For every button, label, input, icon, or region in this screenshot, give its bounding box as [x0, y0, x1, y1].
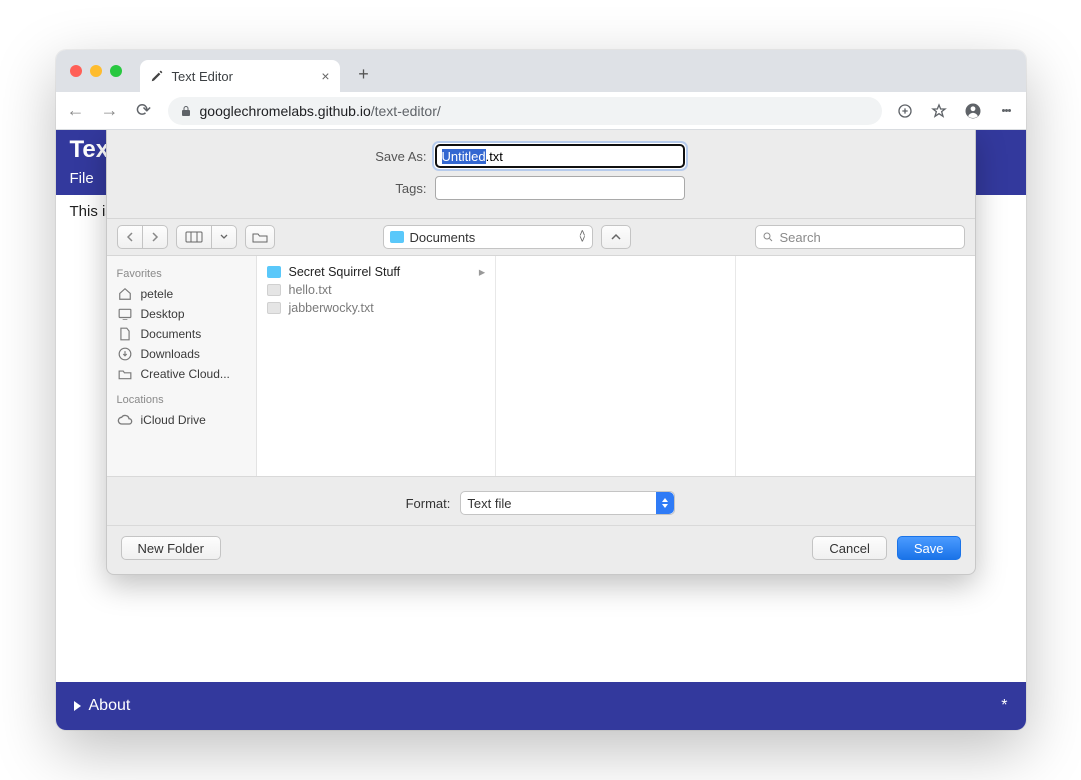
folder-icon [267, 266, 281, 278]
file-icon [267, 302, 281, 314]
about-label: About [89, 697, 131, 715]
url-text: googlechromelabs.github.io/text-editor/ [200, 103, 441, 119]
file-column-3 [736, 256, 975, 476]
home-icon [117, 287, 133, 301]
format-dropdown[interactable]: Text file [460, 491, 675, 515]
close-tab-icon[interactable]: × [321, 68, 329, 84]
sidebar-item-label: iCloud Drive [141, 413, 206, 427]
install-app-icon[interactable] [896, 102, 914, 120]
updown-icon: ˄˅ [579, 231, 585, 243]
sidebar-item-label: petele [141, 287, 174, 301]
new-folder-button[interactable]: New Folder [121, 536, 221, 560]
tab-strip: Text Editor × + [56, 50, 1026, 92]
sidebar-item-downloads[interactable]: Downloads [117, 344, 246, 364]
file-browser-toolbar: Documents ˄˅ Search [107, 218, 975, 256]
reload-button[interactable]: ⟳ [134, 100, 154, 121]
filename-input[interactable] [435, 144, 685, 168]
sidebar-item-label: Downloads [141, 347, 200, 361]
nav-back-forward[interactable] [117, 225, 168, 249]
save-dialog: Save As: Tags: [106, 130, 976, 575]
file-column-1: Secret Squirrel Stuff ▸ hello.txt jabberw… [257, 256, 497, 476]
favorites-header: Favorites [117, 268, 246, 280]
browser-tab[interactable]: Text Editor × [140, 60, 340, 92]
sidebar-item-label: Creative Cloud... [141, 367, 230, 381]
folder-icon [390, 231, 404, 243]
group-button[interactable] [245, 225, 275, 249]
sidebar-item-documents[interactable]: Documents [117, 324, 246, 344]
file-icon [267, 284, 281, 296]
sidebar-item-label: Desktop [141, 307, 185, 321]
search-placeholder: Search [780, 230, 821, 245]
toolbar-icons [896, 102, 1016, 120]
browser-toolbar: ← → ⟳ googlechromelabs.github.io/text-ed… [56, 92, 1026, 130]
documents-icon [117, 327, 133, 341]
desktop-icon [117, 307, 133, 321]
file-item-folder[interactable]: Secret Squirrel Stuff ▸ [257, 262, 496, 281]
minimize-window-icon[interactable] [90, 65, 102, 77]
profile-icon[interactable] [964, 102, 982, 120]
columns-view-icon [177, 226, 211, 248]
chevron-right-icon: ▸ [479, 264, 485, 279]
file-browser: Favorites petele Desktop Documents Downl… [107, 256, 975, 476]
sidebar-item-home[interactable]: petele [117, 284, 246, 304]
pencil-icon [150, 69, 164, 83]
new-tab-button[interactable]: + [350, 60, 378, 88]
chevron-down-icon [211, 226, 236, 248]
dialog-footer: New Folder Cancel Save [107, 525, 975, 574]
dirty-indicator: * [1001, 697, 1007, 715]
page-content: Text File This is a n About * Save As: [56, 130, 1026, 730]
locations-header: Locations [117, 394, 246, 406]
browser-window: Text Editor × + ← → ⟳ googlechromelabs.g… [56, 50, 1026, 730]
file-item[interactable]: jabberwocky.txt [257, 299, 496, 317]
file-item-label: Secret Squirrel Stuff [289, 265, 401, 279]
sidebar: Favorites petele Desktop Documents Downl… [107, 256, 257, 476]
nav-forward-icon[interactable] [142, 226, 167, 248]
folder-outline-icon [252, 231, 268, 243]
bookmark-star-icon[interactable] [930, 102, 948, 120]
sidebar-item-label: Documents [141, 327, 202, 341]
window-controls [64, 50, 132, 92]
browser-menu-icon[interactable] [998, 102, 1016, 120]
format-row: Format: Text file [107, 476, 975, 525]
sidebar-item-icloud[interactable]: iCloud Drive [117, 410, 246, 430]
sidebar-item-desktop[interactable]: Desktop [117, 304, 246, 324]
file-item[interactable]: hello.txt [257, 281, 496, 299]
cancel-button[interactable]: Cancel [812, 536, 886, 560]
format-value: Text file [467, 496, 511, 511]
cloud-icon [117, 413, 133, 427]
forward-button[interactable]: → [100, 100, 120, 121]
nav-back-icon[interactable] [118, 226, 142, 248]
folder-icon [117, 367, 133, 381]
file-item-label: hello.txt [289, 283, 332, 297]
collapse-button[interactable] [601, 225, 631, 249]
save-button[interactable]: Save [897, 536, 961, 560]
back-button[interactable]: ← [66, 100, 86, 121]
file-item-label: jabberwocky.txt [289, 301, 374, 315]
sidebar-item-creative-cloud[interactable]: Creative Cloud... [117, 364, 246, 384]
app-footer: About * [56, 682, 1026, 730]
lock-icon [180, 105, 192, 117]
close-window-icon[interactable] [70, 65, 82, 77]
format-label: Format: [406, 496, 451, 511]
search-input[interactable]: Search [755, 225, 965, 249]
updown-icon [656, 492, 674, 514]
triangle-right-icon [74, 701, 81, 711]
tab-title: Text Editor [172, 69, 233, 84]
chevron-up-icon [611, 233, 621, 241]
menu-file[interactable]: File [70, 170, 94, 187]
about-toggle[interactable]: About [74, 697, 131, 715]
tags-input[interactable] [435, 176, 685, 200]
location-name: Documents [410, 230, 476, 245]
zoom-window-icon[interactable] [110, 65, 122, 77]
save-as-label: Save As: [127, 149, 427, 164]
search-icon [762, 231, 774, 243]
location-dropdown[interactable]: Documents ˄˅ [383, 225, 593, 249]
file-column-2 [496, 256, 736, 476]
address-bar[interactable]: googlechromelabs.github.io/text-editor/ [168, 97, 882, 125]
view-mode-button[interactable] [176, 225, 237, 249]
downloads-icon [117, 347, 133, 361]
tags-label: Tags: [127, 181, 427, 196]
